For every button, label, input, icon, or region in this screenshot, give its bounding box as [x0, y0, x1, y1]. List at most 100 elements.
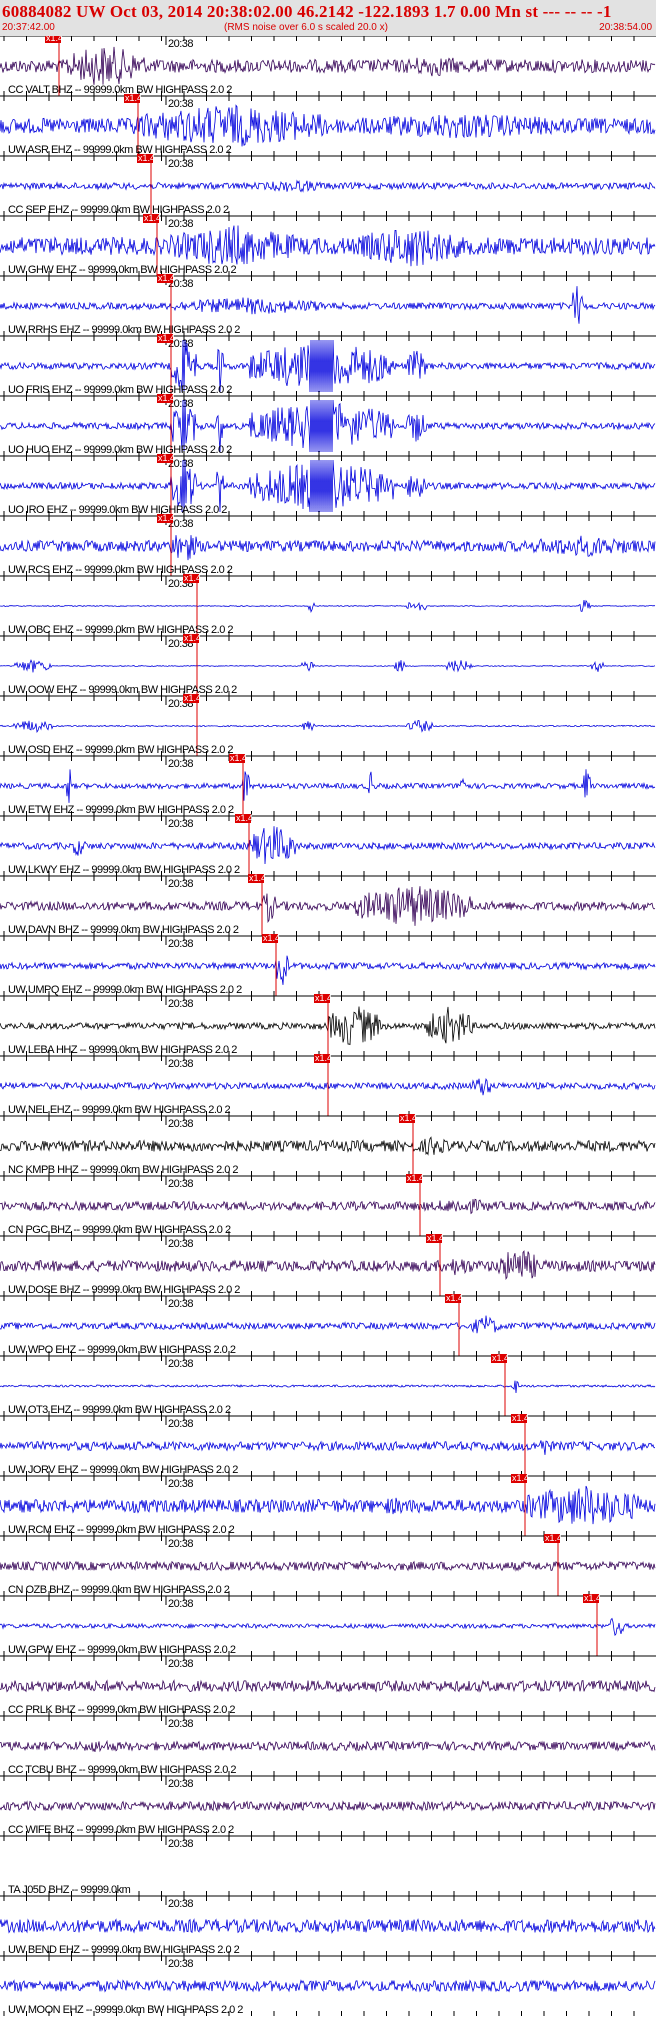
minute-label: 20:38: [168, 1118, 193, 1130]
station-label: UW NEL EHZ -- 99999.0km BW HIGHPASS 2.0 …: [8, 1104, 231, 1116]
station-label: UO IRO EHZ -- 99999.0km BW HIGHPASS 2.0 …: [8, 504, 227, 516]
station-label: UW GPW EHZ -- 99999.0km BW HIGHPASS 2.0 …: [8, 1644, 236, 1656]
waveform: [0, 1918, 656, 1934]
station-label: UW ETW EHZ -- 99999.0km BW HIGHPASS 2.0 …: [8, 804, 234, 816]
trace-row: 20:38 CC WIFE BHZ -- 99999.0km BW HIGHPAS…: [0, 1775, 656, 1836]
waveform: [0, 886, 656, 926]
minute-label: 20:38: [168, 758, 193, 770]
trace-row: 20:38 CC TCBU BHZ -- 99999.0km BW HIGHPAS…: [0, 1715, 656, 1776]
minute-label: 20:38: [168, 818, 193, 830]
seismogram-panel: 20:38x1.4CC VALT BHZ -- 99999.0km BW HIG…: [0, 36, 656, 2016]
pick-label: x1.4: [158, 273, 175, 283]
minute-label: 20:38: [168, 998, 193, 1010]
trace-row: 20:38 x1.4 UW NEL EHZ -- 99999.0km BW HIGH…: [0, 1053, 656, 1116]
pick-label: x1.4: [184, 573, 201, 583]
event-title: 60884082 UW Oct 03, 2014 20:38:02.00 46.…: [2, 2, 612, 21]
minute-label: 20:38: [168, 878, 193, 890]
station-label: UW OT3 EHZ -- 99999.0km BW HIGHPASS 2.0 …: [8, 1404, 231, 1416]
station-label: UO FRIS EHZ -- 99999.0km BW HIGHPASS 2.0…: [8, 384, 232, 396]
minute-label: 20:38: [168, 1478, 193, 1490]
trace-row: 20:38x1.4UO HUO EHZ -- 99999.0km BW HIGH…: [0, 393, 656, 456]
trace-row: 20:38x1.4UW OOW EHZ -- 99999.0km BW HIGH…: [0, 633, 656, 696]
trace-row: 20:38 x1.4 UW UMPQ EHZ -- 99999.0km BW HIG…: [0, 933, 656, 996]
pick-label: x1.4: [249, 873, 266, 883]
trace-row: 20:38x1.4UW OSD EHZ -- 99999.0km BW HIGH…: [0, 693, 656, 756]
pick-label: x1.4: [512, 1473, 529, 1483]
trace-row: 20:38 x1.4 CN OZB BHZ -- 99999.0km BW HIGH…: [0, 1533, 656, 1596]
station-label: UW RRHS EHZ -- 99999.0km BW HIGHPASS 2.0…: [8, 324, 240, 336]
waveform: [0, 659, 656, 673]
trace-row: 20:38 x1.4 CC SEP EHZ -- 99999.0km BW HIGH…: [0, 153, 656, 216]
trace-row: 20:38 UW BEND EHZ -- 99999.0km BW HIGHPAS…: [0, 1895, 656, 1956]
pick-label: x1.4: [492, 1353, 509, 1363]
waveform: [0, 1250, 656, 1281]
station-label: TA J05D BHZ -- 99999.0km: [8, 1884, 131, 1896]
waveform: [0, 1136, 656, 1156]
minute-label: 20:38: [168, 1358, 193, 1370]
station-label: CC SEP EHZ -- 99999.0km BW HIGHPASS 2.0 …: [8, 204, 229, 216]
waveform: [0, 1315, 656, 1334]
waveform: [0, 1440, 655, 1455]
station-label: UO HUO EHZ -- 99999.0km BW HIGHPASS 2.0 …: [8, 444, 232, 456]
trace-row: 20:38 x1.4 UW WPO EHZ -- 99999.0km BW HIGH…: [0, 1293, 656, 1356]
pick-label: x1.4: [46, 36, 63, 43]
station-label: CC TCBU BHZ -- 99999.0km BW HIGHPASS 2.0…: [8, 1764, 236, 1776]
station-label: UW JORV EHZ -- 99999.0km BW HIGHPASS 2.0…: [8, 1464, 238, 1476]
pick-label: x1.4: [407, 1173, 424, 1183]
pick-label: x1.4: [236, 813, 253, 823]
scaling-note: (RMS noise over 6.0 s scaled 20.0 x): [224, 22, 388, 33]
station-label: CC PRLK BHZ -- 99999.0km BW HIGHPASS 2.0…: [8, 1704, 235, 1716]
station-label: UW WPO EHZ -- 99999.0km BW HIGHPASS 2.0 …: [8, 1344, 236, 1356]
waveform: [0, 1979, 656, 1993]
minute-label: 20:38: [168, 1058, 193, 1070]
minute-label: 20:38: [168, 1238, 193, 1250]
station-label: CN PGC BHZ -- 99999.0km BW HIGHPASS 2.0 …: [8, 1224, 231, 1236]
station-label: CN OZB BHZ -- 99999.0km BW HIGHPASS 2.0 …: [8, 1584, 230, 1596]
pick-label: x1.4: [184, 693, 201, 703]
station-label: UW DAVN BHZ -- 99999.0km BW HIGHPASS 2.0…: [8, 924, 239, 936]
pick-label: x1.4: [427, 1233, 444, 1243]
pick-label: x1.4: [125, 93, 142, 103]
trace-row: 20:38 x1.4 CN PGC BHZ -- 99999.0km BW HIGH…: [0, 1173, 656, 1236]
waveform: [0, 599, 656, 613]
pick-label: x1.4: [263, 933, 280, 943]
station-label: CC WIFE BHZ -- 99999.0km BW HIGHPASS 2.0…: [8, 1824, 234, 1836]
minute-label: 20:38: [168, 218, 193, 230]
minute-label: 20:38: [168, 98, 193, 110]
station-label: UW DOSE BHZ -- 99999.0km BW HIGHPASS 2.0…: [8, 1284, 240, 1296]
minute-label: 20:38: [168, 1538, 193, 1550]
waveform: [0, 1198, 656, 1215]
trace-row: 20:38 x1.4 UW GHW EHZ -- 99999.0km BW HIGH…: [0, 213, 656, 276]
pick-label: x1.4: [400, 1113, 417, 1123]
station-label: NC KMPB HHZ -- 99999.0km BW HIGHPASS 2.0…: [8, 1164, 238, 1176]
station-label: CC VALT BHZ -- 99999.0km BW HIGHPASS 2.0…: [8, 84, 232, 96]
pick-label: x1.4: [230, 753, 247, 763]
minute-label: 20:38: [168, 1658, 193, 1670]
trace-row: 20:38 x1.4 UW DOSE BHZ -- 99999.0km BW HIG…: [0, 1233, 656, 1296]
pick-label: x1.4: [158, 513, 175, 523]
station-label: UW LEBA HHZ -- 99999.0km BW HIGHPASS 2.0…: [8, 1044, 237, 1056]
waveform: [0, 955, 656, 985]
pick-label: x1.4: [315, 1053, 332, 1063]
waveform: [0, 286, 656, 324]
station-label: UW ASR EHZ -- 99999.0km BW HIGHPASS 2.0 …: [8, 144, 232, 156]
trace-row: 20:38 TA J05D BHZ -- 99999.0km: [0, 1835, 656, 1896]
waveform: [0, 535, 656, 561]
minute-label: 20:38: [168, 38, 193, 50]
pick-label: x1.4: [545, 1533, 562, 1543]
minute-label: 20:38: [168, 1898, 193, 1910]
waveform: [0, 225, 656, 267]
minute-label: 20:38: [168, 1718, 193, 1730]
waveform: [0, 826, 656, 865]
trace-row: 20:38 x1.4 UW LKWY EHZ -- 99999.0km BW HIG…: [0, 813, 656, 876]
trace-row: 20:38x1.4UO FRIS EHZ -- 99999.0km BW HIG…: [0, 333, 656, 396]
waveform: [0, 104, 656, 147]
minute-label: 20:38: [168, 1418, 193, 1430]
pick-label: x1.4: [144, 213, 161, 223]
trace-row: 20:38x1.4UW RCS EHZ -- 99999.0km BW HIGH…: [0, 513, 656, 576]
trace-row: 20:38 x1.4 NC KMPB HHZ -- 99999.0km BW HIG…: [0, 1113, 656, 1176]
minute-label: 20:38: [168, 1178, 193, 1190]
trace-row: 20:38 x1.4 UW JORV EHZ -- 99999.0km BW HIG…: [0, 1413, 656, 1476]
pick-label: x1.4: [184, 633, 201, 643]
pick-label: x1.4: [158, 393, 175, 403]
